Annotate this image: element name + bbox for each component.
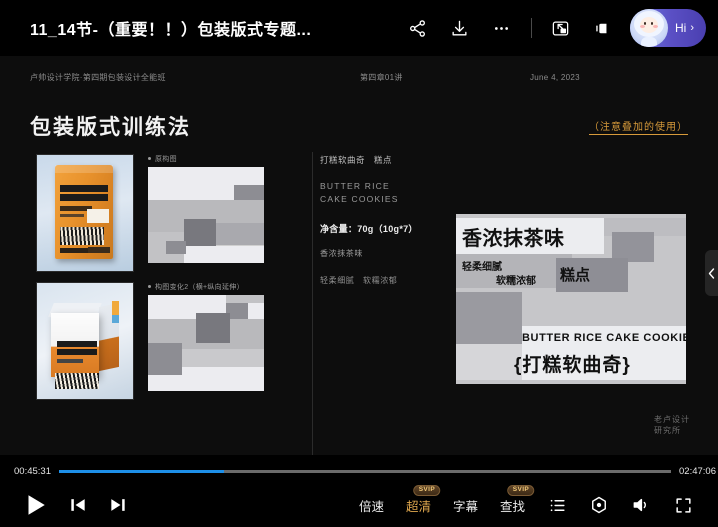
search-button[interactable]: SVIP 查找 [489, 496, 536, 515]
wireframe-block-2: 构图变化2（横+纵向延伸） [148, 282, 264, 391]
spec-line-2b: CAKE COOKIES [320, 193, 440, 206]
quality-button[interactable]: SVIP 超清 [395, 496, 442, 515]
download-icon[interactable] [439, 8, 481, 48]
product-photo-box [36, 282, 134, 400]
spec-line-1: 打糕软曲奇 糕点 [320, 154, 440, 166]
topbar-actions: Hi › [397, 8, 718, 48]
video-slide-content: 卢帅设计学院·第四期包装设计全能班 第四章01讲 June 4, 2023 包装… [0, 56, 718, 455]
progress-bar[interactable] [59, 470, 671, 473]
mockup-sub2: 软糯浓郁 [496, 272, 536, 287]
watermark-line-1: 老卢设计 [654, 415, 690, 426]
sidebar-toggle-button[interactable] [705, 250, 718, 296]
design-mockup: 香浓抹茶味 轻柔细腻 软糯浓郁 糕点 BUTTER RICE CAKE COOK… [456, 214, 686, 384]
slide-divider [312, 152, 313, 455]
spec-line-3: 净含量：70g（10g*7） [320, 222, 440, 235]
current-time: 00:45:31 [14, 466, 51, 477]
svip-badge: SVIP [414, 485, 440, 496]
chevron-right-icon: › [690, 22, 694, 34]
spec-line-5: 轻柔细腻 软糯浓郁 [320, 275, 440, 286]
slide-note: （注意叠加的使用） [589, 118, 688, 135]
product-photo-pouch [36, 154, 134, 272]
player-topbar: 11_14节-（重要！！）包装版式专题... [0, 0, 718, 56]
mockup-sub1: 轻柔细腻 [462, 258, 502, 273]
slide-meta-course: 卢帅设计学院·第四期包装设计全能班 [30, 72, 360, 83]
spec-text-column: 打糕软曲奇 糕点 BUTTER RICE CAKE COOKIES 净含量：70… [320, 154, 440, 286]
spec-line-2: BUTTER RICE CAKE COOKIES [320, 180, 440, 206]
wireframe-block-1: 原构图 [148, 154, 264, 263]
speed-button[interactable]: 倍速 [348, 496, 395, 515]
wireframe-label-2-text: 构图变化2（横+纵向延伸） [155, 284, 244, 291]
mockup-tag: 糕点 [560, 264, 590, 285]
playlist-icon[interactable] [536, 488, 578, 522]
watermark: 老卢设计 研究所 [654, 415, 690, 437]
wireframe-diagram-2 [148, 295, 264, 391]
share-icon[interactable] [397, 8, 439, 48]
pip-icon[interactable] [540, 8, 582, 48]
fullscreen-icon[interactable] [662, 488, 704, 522]
avatar [630, 9, 668, 47]
quality-label: 超清 [406, 500, 431, 514]
video-title: 11_14节-（重要！！）包装版式专题... [30, 16, 311, 40]
mockup-title: 香浓抹茶味 [462, 222, 565, 251]
more-icon[interactable] [481, 8, 523, 48]
greeting-label: Hi [675, 21, 686, 35]
video-player: 11_14节-（重要！！）包装版式专题... [0, 0, 718, 527]
slide-meta-date: June 4, 2023 [530, 73, 580, 82]
playback-controls [22, 492, 128, 518]
spec-line-2a: BUTTER RICE [320, 180, 440, 193]
slide-meta-chapter: 第四章01讲 [360, 72, 530, 83]
play-icon[interactable] [22, 492, 48, 518]
search-label: 查找 [500, 500, 525, 514]
topbar-divider [531, 18, 532, 38]
progress-row: 00:45:31 02:47:06 [0, 463, 718, 479]
slide-left-grid: 原构图 [36, 154, 272, 400]
user-avatar-button[interactable]: Hi › [630, 9, 706, 47]
progress-bar-fill [59, 470, 224, 473]
wireframe-label-2: 构图变化2（横+纵向延伸） [148, 282, 264, 292]
wireframe-label-1: 原构图 [148, 154, 264, 164]
slide-title: 包装版式训练法 [30, 111, 191, 141]
controls-row: 倍速 SVIP 超清 字幕 SVIP 查找 [0, 483, 718, 527]
settings-icon[interactable] [578, 488, 620, 522]
right-controls: 倍速 SVIP 超清 字幕 SVIP 查找 [348, 488, 718, 522]
spec-line-4: 香浓抹茶味 [320, 248, 440, 259]
subtitle-button[interactable]: 字幕 [442, 496, 489, 515]
cast-icon[interactable] [582, 8, 624, 48]
slide-meta: 卢帅设计学院·第四期包装设计全能班 第四章01讲 June 4, 2023 [30, 72, 688, 83]
volume-icon[interactable] [620, 488, 662, 522]
svip-badge-search: SVIP [508, 485, 534, 496]
player-controls: 00:45:31 02:47:06 倍速 SV [0, 455, 718, 527]
mockup-english: BUTTER RICE CAKE COOKIES [522, 332, 686, 344]
wireframe-label-1-text: 原构图 [155, 156, 177, 163]
total-time: 02:47:06 [679, 466, 716, 477]
watermark-line-2: 研究所 [654, 426, 690, 437]
next-icon[interactable] [108, 495, 128, 515]
mockup-name: {打糕软曲奇} [514, 350, 631, 377]
previous-icon[interactable] [68, 495, 88, 515]
wireframe-diagram-1 [148, 167, 264, 263]
